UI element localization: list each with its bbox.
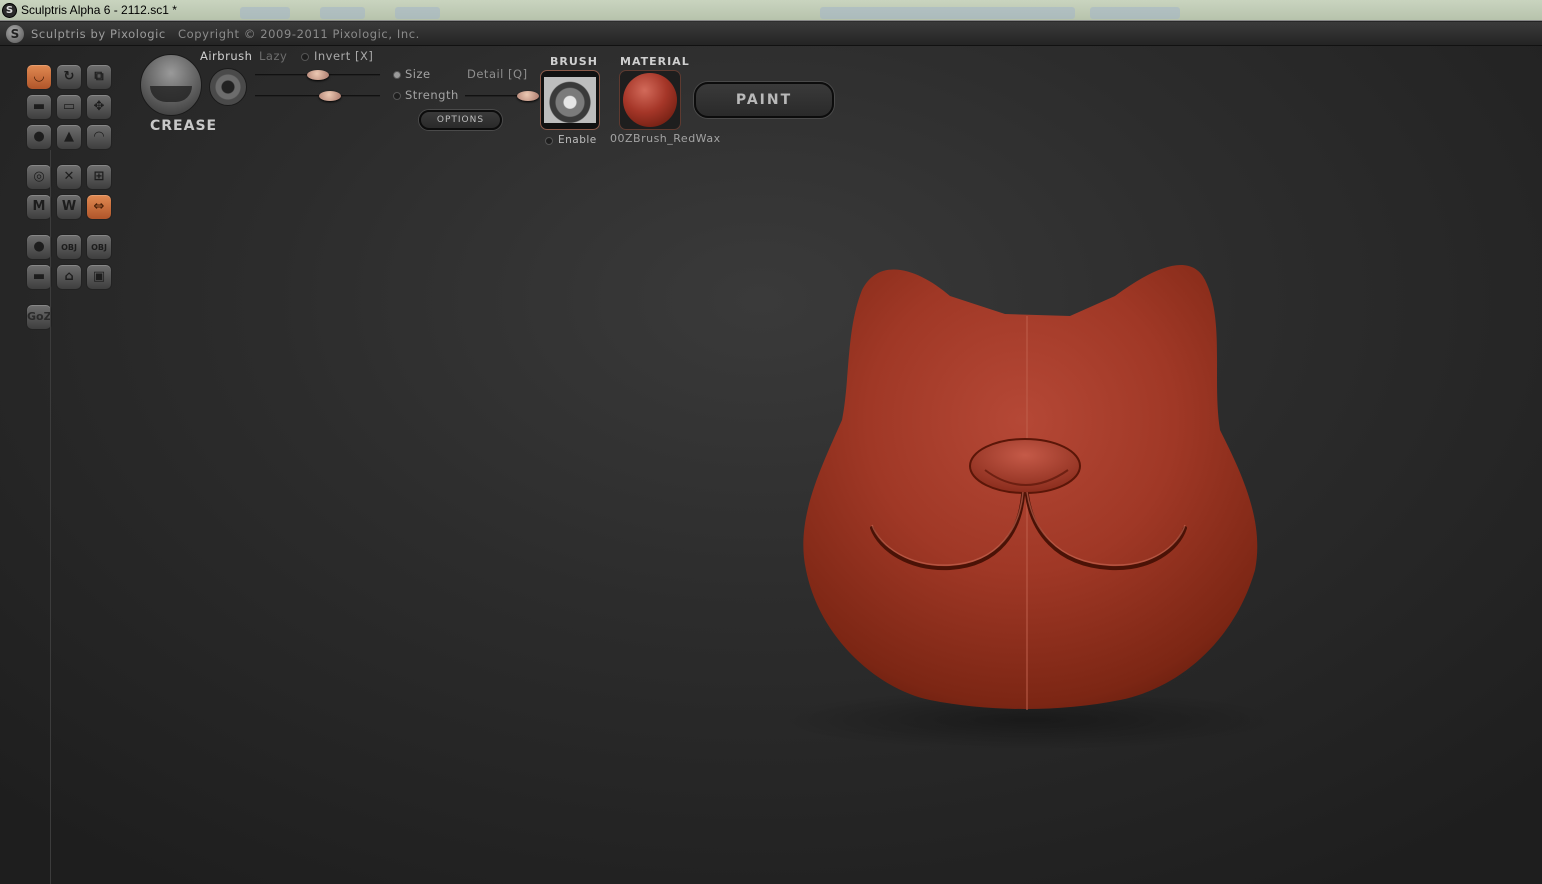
export-obj-tool[interactable]: OBJ (86, 234, 112, 260)
plane-icon: ▬ (32, 269, 46, 284)
scale-tool[interactable]: ⧉ (86, 64, 112, 90)
sculptris-window: S Sculptris Alpha 6 - 2112.sc1 * S Sculp… (0, 0, 1542, 884)
invert-radio[interactable] (301, 53, 309, 61)
copyright-label: Copyright © 2009-2011 Pixologic, Inc. (178, 27, 420, 41)
goz-icon: GoZ (27, 310, 52, 323)
crease-brush-preview-icon[interactable] (140, 54, 202, 116)
brush-name-label: CREASE (150, 118, 218, 134)
strength-label: Strength (405, 88, 459, 102)
inflate-icon: ● (33, 129, 45, 144)
brush-enable-label[interactable]: Enable (558, 134, 597, 146)
detail-slider-knob[interactable] (517, 91, 539, 101)
background-window-tab (820, 7, 1075, 19)
reduce-brush-tool[interactable]: ◎ (26, 164, 52, 190)
crease-icon: ◡ (34, 69, 44, 84)
rotate-tool[interactable]: ↻ (56, 64, 82, 90)
import-obj-tool[interactable]: OBJ (56, 234, 82, 260)
new-sphere-tool[interactable]: ● (26, 234, 52, 260)
airbrush-toggle[interactable] (209, 68, 247, 106)
flatten-tool[interactable]: ▭ (56, 94, 82, 120)
invert-label[interactable]: Invert [X] (314, 49, 373, 63)
brush-section-label: BRUSH (550, 55, 598, 68)
sculptris-app-icon: S (2, 3, 17, 18)
detail-label: Detail [Q] (467, 67, 528, 81)
obj-icon: OBJ (61, 243, 77, 252)
paint-button[interactable]: PAINT (694, 82, 834, 118)
mask-icon: M (32, 199, 46, 214)
obj-icon: OBJ (91, 243, 107, 252)
material-section-label: MATERIAL (620, 55, 690, 68)
pixologic-logo-icon: S (6, 25, 24, 43)
reduce-selected-icon: ✕ (63, 169, 75, 184)
reduce-brush-icon: ◎ (33, 169, 45, 184)
airbrush-label: Airbrush (200, 49, 253, 63)
rotate-icon: ↻ (63, 69, 75, 84)
move-icon: ✥ (93, 99, 105, 114)
crease-tool[interactable]: ◡ (26, 64, 52, 90)
size-radio[interactable] (393, 71, 401, 79)
smooth-tool[interactable]: ◠ (86, 124, 112, 150)
inflate-tool[interactable]: ● (26, 124, 52, 150)
grab-tool[interactable]: ✥ (86, 94, 112, 120)
strength-slider-track[interactable] (255, 95, 380, 97)
save-file-tool[interactable]: ▣ (86, 264, 112, 290)
save-icon: ▣ (92, 269, 106, 284)
options-button[interactable]: OPTIONS (419, 110, 502, 130)
background-window-tab (320, 7, 365, 19)
flatten-icon: ▭ (62, 99, 76, 114)
subdivide-icon: W (61, 199, 77, 214)
pinch-icon: ▲ (64, 129, 74, 144)
draw-icon: ▬ (32, 99, 46, 114)
wireframe-tool[interactable]: ⊞ (86, 164, 112, 190)
strength-slider-knob[interactable] (319, 91, 341, 101)
open-file-tool[interactable]: ⌂ (56, 264, 82, 290)
strength-radio[interactable] (393, 92, 401, 100)
wireframe-icon: ⊞ (93, 169, 105, 184)
background-window-tab (240, 7, 290, 19)
reduce-selected-tool[interactable]: ✕ (56, 164, 82, 190)
new-plane-tool[interactable]: ▬ (26, 264, 52, 290)
brush-enable-radio[interactable] (545, 137, 553, 145)
background-window-tab (395, 7, 440, 19)
symmetry-tool[interactable]: ⇔ (86, 194, 112, 220)
pinch-tool[interactable]: ▲ (56, 124, 82, 150)
symmetry-icon: ⇔ (93, 199, 105, 214)
background-window-tab (1090, 7, 1180, 19)
brand-label: Sculptris by Pixologic (31, 27, 166, 41)
window-title: Sculptris Alpha 6 - 2112.sc1 * (21, 3, 177, 17)
size-label: Size (405, 67, 431, 81)
open-icon: ⌂ (64, 269, 74, 284)
material-thumbnail[interactable] (619, 70, 681, 130)
sculpt-viewport[interactable] (0, 0, 1542, 884)
brush-alpha-thumbnail[interactable] (540, 70, 600, 130)
mask-tool[interactable]: M (26, 194, 52, 220)
toolbar-divider (50, 150, 51, 884)
koala-alpha-image (544, 77, 596, 123)
app-header: S Sculptris by Pixologic Copyright © 200… (0, 22, 1542, 46)
window-title-bar: S Sculptris Alpha 6 - 2112.sc1 * (0, 0, 1542, 21)
draw-tool[interactable]: ▬ (26, 94, 52, 120)
material-name-label: 00ZBrush_RedWax (610, 132, 721, 145)
size-slider-knob[interactable] (306, 70, 329, 80)
goz-tool[interactable]: GoZ (26, 304, 52, 330)
scale-icon: ⧉ (94, 69, 104, 84)
smooth-icon: ◠ (94, 129, 104, 144)
lazy-label[interactable]: Lazy (259, 49, 287, 63)
sphere-icon: ● (33, 239, 45, 254)
cat-head-model[interactable] (780, 264, 1280, 750)
subdivide-tool[interactable]: W (56, 194, 82, 220)
material-sphere-preview (623, 73, 677, 127)
